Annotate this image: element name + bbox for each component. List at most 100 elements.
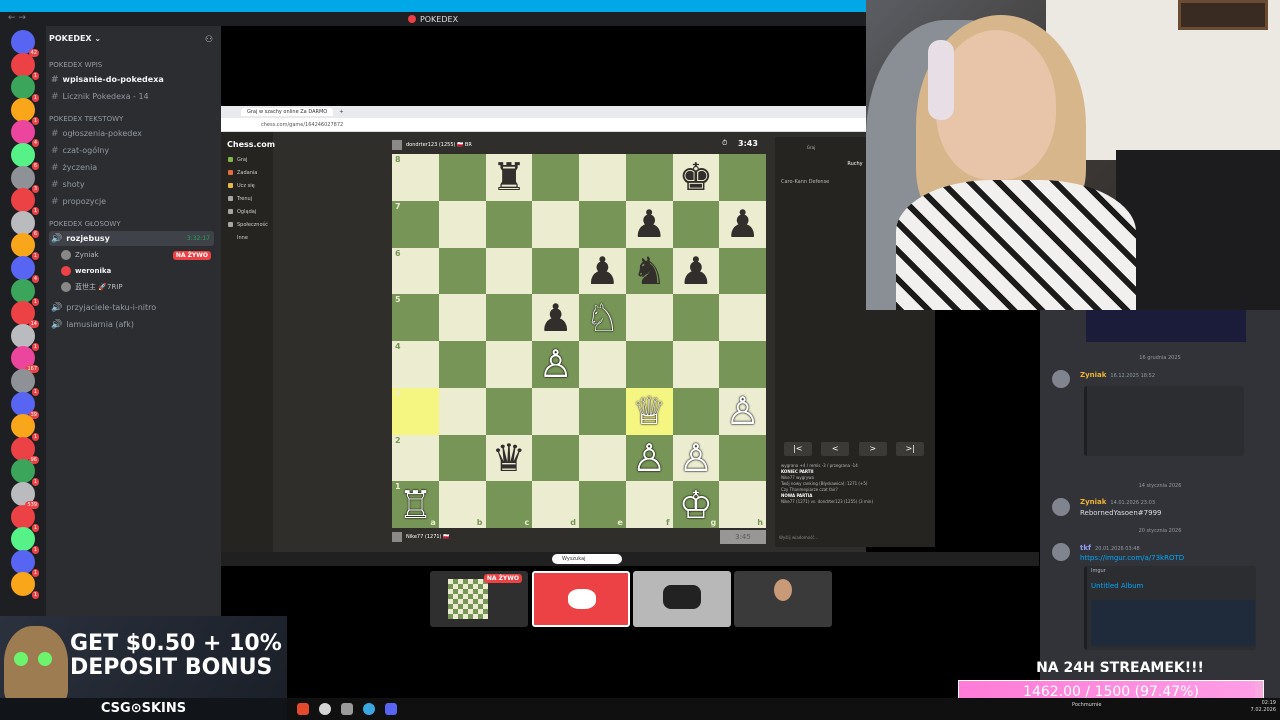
channel-zyczenia[interactable]: # życzenia (49, 160, 214, 175)
square-a2[interactable]: 2 (392, 434, 439, 482)
chess-menu-item[interactable]: Ucz się (228, 183, 255, 189)
square-e4[interactable] (579, 341, 626, 388)
channel-shoty[interactable]: # shoty (49, 177, 214, 192)
square-g6[interactable]: ♟ (672, 247, 720, 295)
square-f1[interactable]: f (625, 481, 673, 528)
square-c5[interactable] (485, 294, 533, 341)
square-a1[interactable]: ♖ 1 a (392, 481, 439, 528)
square-a3[interactable]: 3 (392, 387, 439, 435)
next-move-button[interactable]: > (858, 442, 887, 456)
server-icon[interactable]: 1 (11, 52, 39, 80)
black-piece[interactable]: ♛ (492, 439, 526, 477)
square-c3[interactable] (485, 387, 533, 435)
square-c8[interactable]: ♜ (485, 154, 533, 201)
black-piece[interactable]: ♟ (632, 205, 666, 243)
server-icon[interactable]: 3 (11, 165, 39, 193)
white-piece[interactable]: ♖ (398, 486, 432, 524)
stream-thumb-discord[interactable] (532, 571, 630, 627)
square-h2[interactable] (719, 434, 766, 482)
chess-menu-item[interactable]: Społeczność (228, 222, 268, 228)
server-icon[interactable]: 1 (11, 188, 39, 216)
square-h5[interactable] (719, 294, 766, 341)
message-author[interactable]: Zyniak 14.01.2026 23:03 (1080, 498, 1155, 506)
server-icon[interactable]: 1 (11, 414, 39, 442)
square-a8[interactable]: 8 (392, 154, 439, 201)
server-icon[interactable]: 14 (11, 301, 39, 329)
server-icon[interactable]: 1 (11, 75, 39, 103)
white-piece[interactable]: ♔ (679, 486, 713, 524)
square-b3[interactable] (438, 387, 486, 435)
square-g7[interactable] (672, 200, 720, 248)
server-icon[interactable]: 4 (11, 256, 39, 283)
black-piece[interactable]: ♚ (679, 158, 713, 196)
message-link[interactable]: https://imgur.com/a/73kROTD (1080, 554, 1184, 562)
chess-menu-item[interactable]: Graj (228, 157, 247, 163)
square-h3[interactable]: ♙ (719, 387, 766, 435)
chess-board[interactable]: 8 ♜ ♚ 7 ♟ ♟ 6 ♟ ♞ ♟ 5 ♟ ♘ 4 ♙ 3 ♕ ♙ 2 ♛ ♙ ♙ ♖ 1 a b c d e f ♔ g h (392, 154, 766, 528)
discord-icon[interactable] (385, 703, 397, 715)
square-d4[interactable]: ♙ (532, 341, 579, 388)
voice-channel-lamusiarnia[interactable]: 🔊 lamusiarnia (afk) (49, 317, 214, 332)
square-f5[interactable] (625, 294, 673, 341)
square-e1[interactable]: e (579, 481, 626, 528)
square-b7[interactable] (438, 200, 486, 248)
server-icon[interactable]: 1 (11, 323, 39, 351)
channel-ogloszenia[interactable]: # ogłoszenia-pokedex (49, 126, 214, 141)
square-g2[interactable]: ♙ (672, 434, 720, 482)
square-e2[interactable] (579, 434, 626, 482)
white-piece[interactable]: ♙ (726, 392, 760, 430)
square-c1[interactable]: c (485, 481, 533, 528)
prev-move-button[interactable]: < (821, 442, 850, 456)
stream-thumb-chess[interactable]: NA ŻYWO (430, 571, 528, 627)
voice-channel-rozjebusy[interactable]: 🔊 rozjebusy 3:32:17 (49, 231, 214, 246)
server-icon[interactable]: 1 (11, 369, 39, 396)
chess-menu-item[interactable]: Inne (237, 235, 248, 241)
chess-menu-item[interactable]: Zadania (228, 170, 257, 176)
square-e3[interactable] (579, 387, 626, 435)
address-bar[interactable]: chess.com/game/164246027872 (221, 118, 866, 132)
square-c4[interactable] (485, 341, 533, 388)
square-g3[interactable] (672, 387, 720, 435)
category-pokedex-wpis[interactable]: POKEDEX Wpis (49, 61, 102, 69)
square-b4[interactable] (438, 341, 486, 388)
square-g4[interactable] (672, 341, 720, 388)
white-piece[interactable]: ♙ (679, 439, 713, 477)
server-icon[interactable]: 1 (11, 527, 39, 555)
server-name[interactable]: POKEDEX ⌄ (49, 34, 101, 43)
embed-image[interactable] (1091, 600, 1255, 646)
black-piece[interactable]: ♜ (492, 158, 526, 196)
square-g1[interactable]: ♔ g (672, 481, 720, 528)
square-d7[interactable] (532, 200, 579, 248)
server-icon[interactable]: 167 (11, 346, 39, 374)
server-icon[interactable]: 1 (11, 97, 39, 125)
square-c2[interactable]: ♛ (485, 434, 533, 482)
os-clock[interactable]: 02:19 7.02.2026 (1251, 700, 1276, 714)
square-f3[interactable]: ♕ (625, 387, 673, 435)
server-icon[interactable]: 1 (11, 504, 39, 532)
category-pokedex-glosowy[interactable]: POKEDEX GŁOSOWY (49, 220, 121, 228)
square-b2[interactable] (438, 434, 486, 482)
server-icon[interactable]: 1 (11, 549, 39, 577)
square-d5[interactable]: ♟ (532, 294, 579, 341)
server-icon[interactable]: 4 (11, 120, 39, 148)
black-piece[interactable]: ♟ (539, 299, 573, 337)
black-piece[interactable]: ♟ (726, 205, 760, 243)
chess-logo[interactable]: Chess.com (227, 140, 275, 149)
black-piece[interactable]: ♟ (585, 252, 619, 290)
square-d1[interactable]: d (532, 481, 579, 528)
square-e8[interactable] (579, 154, 626, 201)
stream-thumb-person[interactable] (734, 571, 832, 627)
channel-licznik[interactable]: # Licznik Pokedexa - 14 (49, 89, 214, 104)
avatar[interactable] (1052, 543, 1070, 561)
square-a5[interactable]: 5 (392, 294, 439, 341)
white-piece[interactable]: ♕ (632, 392, 666, 430)
square-b8[interactable] (438, 154, 486, 201)
browser-tab[interactable]: Graj w szachy online Za DARMO (241, 108, 334, 116)
channel-czat[interactable]: # czat-ogólny (49, 143, 214, 158)
chess-menu-item[interactable]: Oglądaj (228, 209, 256, 215)
square-d6[interactable] (532, 247, 579, 295)
message-author[interactable]: tkf 20.01.2026 03:48 (1080, 544, 1140, 552)
square-f6[interactable]: ♞ (625, 247, 673, 295)
category-pokedex-tekstowy[interactable]: POKEDEX Tekstowy (49, 115, 123, 123)
white-piece[interactable]: ♘ (585, 299, 619, 337)
